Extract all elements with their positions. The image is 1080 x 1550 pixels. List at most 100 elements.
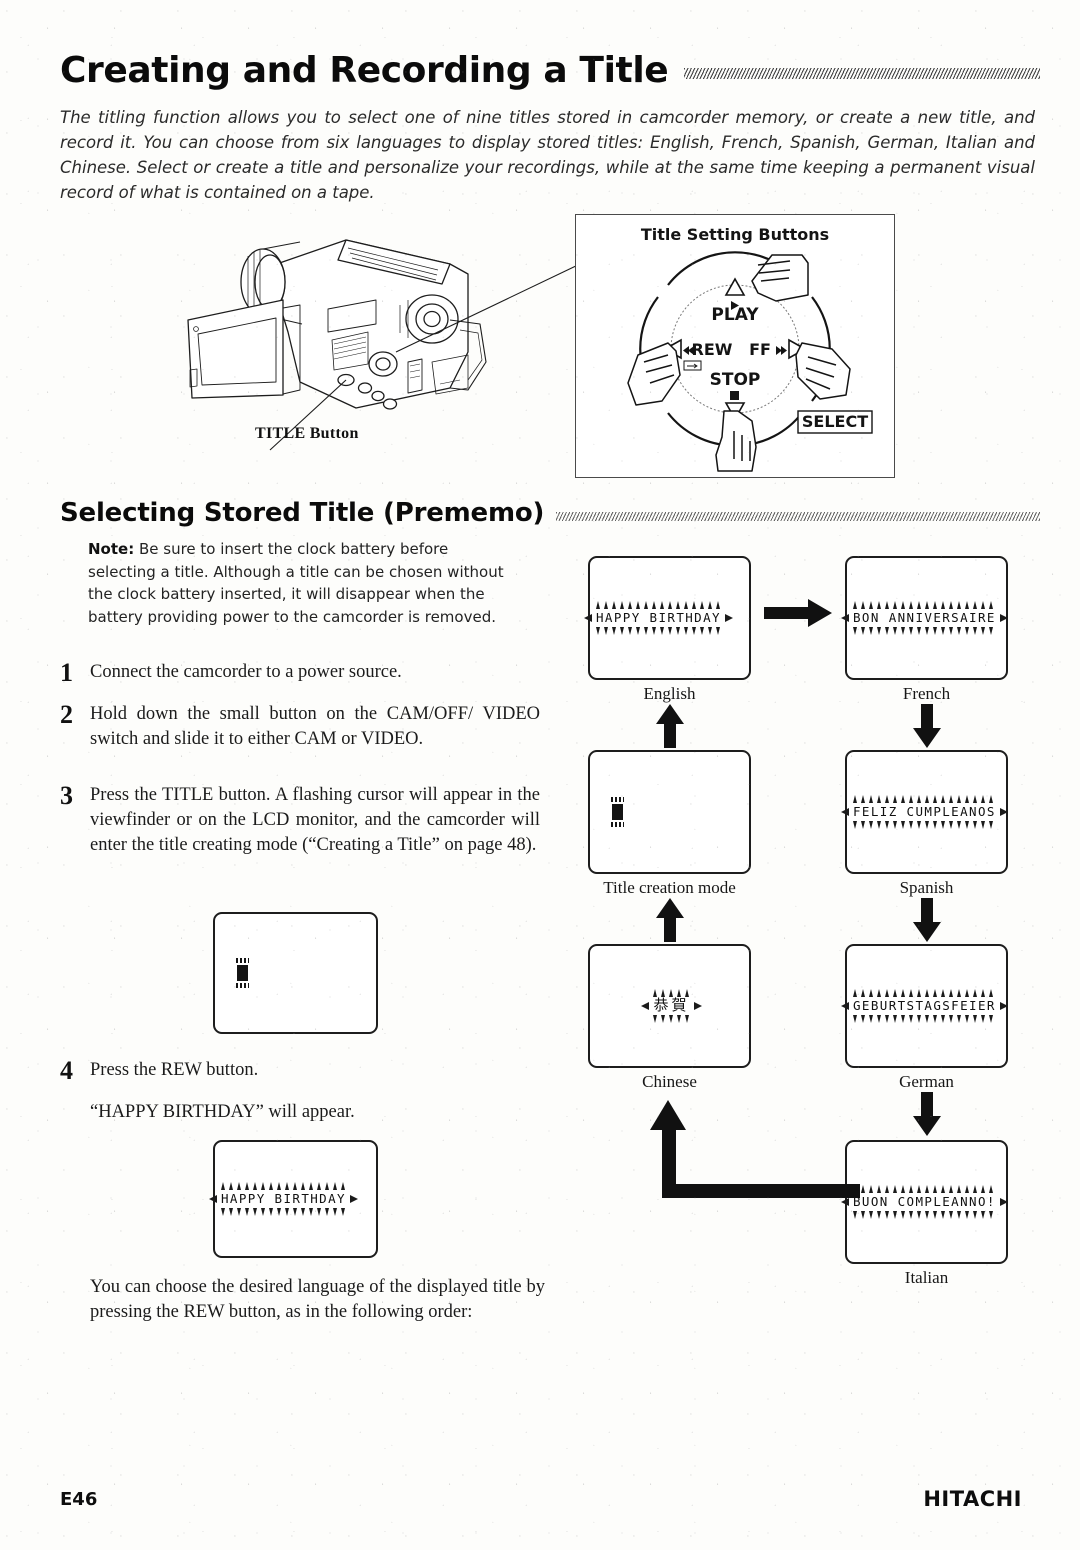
caption-french: French <box>902 684 951 703</box>
right-arrow-icon <box>999 1198 1008 1206</box>
select-label: SELECT <box>802 412 868 431</box>
arrow-french-to-spanish <box>913 704 941 748</box>
section-heading: Selecting Stored Title (Prememo) <box>60 498 545 528</box>
note-block: Note: Be sure to insert the clock batter… <box>88 538 513 628</box>
page-number: E46 <box>60 1489 98 1510</box>
step-1: 1 Connect the camcorder to a power sourc… <box>60 660 540 686</box>
screen-title-creation <box>588 750 751 874</box>
screen-content: BON ANNIVERSAIRE <box>841 558 1008 678</box>
spikes-bottom <box>851 1211 998 1219</box>
title-text: 恭賀 <box>653 996 690 1014</box>
note-text: Be sure to insert the clock battery befo… <box>88 540 504 626</box>
title-text: BUON COMPLEANNO! <box>853 1194 996 1209</box>
step-2: 2 Hold down the small button on the CAM/… <box>60 702 540 752</box>
caption-italian: Italian <box>904 1268 949 1287</box>
spikes-bottom <box>219 1208 348 1216</box>
happy-birthday-line: “HAPPY BIRTHDAY” will appear. <box>90 1102 355 1122</box>
caption-chinese: Chinese <box>642 1072 697 1091</box>
flashing-cursor-icon <box>611 797 624 827</box>
left-arrow-icon <box>584 614 592 622</box>
step-text: Connect the camcorder to a power source. <box>90 662 402 682</box>
title-setting-buttons-figure: Title Setting Buttons PLAY REW FF STOP S… <box>575 214 895 478</box>
step-number: 4 <box>60 1056 73 1085</box>
screen-content: 恭賀 <box>590 946 749 1066</box>
arrow-creation-to-english <box>656 704 684 748</box>
spikes-bottom <box>651 1015 691 1023</box>
caption-spanish: Spanish <box>899 878 954 897</box>
title-text: HAPPY BIRTHDAY <box>221 1191 346 1206</box>
screen-content: BUON COMPLEANNO! <box>841 1142 1008 1262</box>
spikes-top <box>594 601 723 609</box>
right-arrow-icon <box>999 614 1008 622</box>
title-banner: FELIZ CUMPLEANOS <box>841 795 1008 829</box>
arrow-german-to-italian <box>913 1092 941 1136</box>
spikes-bottom <box>851 1015 998 1023</box>
spikes-top <box>851 989 998 997</box>
screen-french: BON ANNIVERSAIRE <box>841 556 1008 680</box>
right-arrow-icon <box>999 808 1008 816</box>
spikes-bottom <box>851 821 998 829</box>
spikes-top <box>851 601 998 609</box>
arrow-spanish-to-german <box>913 898 941 942</box>
title-banner: 恭賀 <box>641 989 702 1023</box>
screen-italian: BUON COMPLEANNO! <box>841 1140 1008 1264</box>
section-heading-row: Selecting Stored Title (Prememo) <box>60 498 1040 528</box>
right-arrow-icon <box>349 1195 358 1203</box>
spikes-bottom <box>594 627 723 635</box>
manual-page: Creating and Recording a Title The titli… <box>0 0 1080 1550</box>
spikes-top <box>219 1182 348 1190</box>
right-arrow-icon <box>693 1002 702 1010</box>
flashing-cursor-icon <box>236 958 249 988</box>
step-number: 1 <box>60 658 73 687</box>
rew-label: REW <box>692 340 733 359</box>
right-arrow-icon <box>999 1002 1008 1010</box>
screen-happy-birthday-inline: HAPPY BIRTHDAY <box>209 1140 378 1258</box>
title-text: BON ANNIVERSAIRE <box>853 610 996 625</box>
step-text: Press the REW button. <box>90 1060 259 1080</box>
screen-content <box>590 752 749 872</box>
section-rule <box>556 511 1040 521</box>
arrow-chinese-to-creation <box>656 898 684 942</box>
step-number: 3 <box>60 781 73 810</box>
title-text: FELIZ CUMPLEANOS <box>853 804 996 819</box>
stop-label: STOP <box>710 370 761 390</box>
brand-logo: HITACHI <box>923 1487 1022 1511</box>
spikes-top <box>851 795 998 803</box>
step-text: Press the TITLE button. A flashing curso… <box>90 785 540 855</box>
page-title: Creating and Recording a Title <box>60 50 669 91</box>
arrow-english-to-french <box>764 599 832 627</box>
left-arrow-icon <box>841 614 849 622</box>
step-3: 3 Press the TITLE button. A flashing cur… <box>60 783 540 858</box>
caption-german: German <box>899 1072 954 1091</box>
step-text: Hold down the small button on the CAM/OF… <box>90 704 540 749</box>
title-text: HAPPY BIRTHDAY <box>596 610 721 625</box>
title-banner: HAPPY BIRTHDAY <box>584 601 733 635</box>
language-order-paragraph: You can choose the desired language of t… <box>90 1277 545 1322</box>
arrow-italian-to-chinese-return <box>650 1100 860 1198</box>
screen-spanish: FELIZ CUMPLEANOS <box>841 750 1008 874</box>
ff-label: FF <box>749 340 771 359</box>
screen-content: HAPPY BIRTHDAY <box>584 558 749 678</box>
title-banner: BUON COMPLEANNO! <box>841 1185 1008 1219</box>
spikes-top <box>651 989 691 997</box>
button-ring-diagram: PLAY REW FF STOP SELECT <box>627 251 873 472</box>
title-banner: HAPPY BIRTHDAY <box>209 1182 358 1216</box>
caption-english: English <box>643 684 696 703</box>
spikes-bottom <box>851 627 998 635</box>
camcorder-illustration <box>187 239 580 451</box>
left-arrow-icon <box>841 1002 849 1010</box>
title-banner: BON ANNIVERSAIRE <box>841 601 1008 635</box>
title-banner: GEBURTSTAGSFEIER <box>841 989 1008 1023</box>
spikes-top <box>851 1185 998 1193</box>
intro-paragraph: The titling function allows you to selec… <box>60 108 1035 202</box>
screen-content: HAPPY BIRTHDAY <box>209 1142 376 1256</box>
page-title-row: Creating and Recording a Title <box>60 50 1040 91</box>
screen-german: GEBURTSTAGSFEIER <box>841 944 1008 1068</box>
step-4: 4 Press the REW button. <box>60 1058 540 1084</box>
screen-chinese: 恭賀 <box>588 944 751 1068</box>
left-arrow-icon <box>841 808 849 816</box>
step-number: 2 <box>60 700 73 729</box>
title-rule <box>684 68 1040 79</box>
left-arrow-icon <box>209 1195 217 1203</box>
note-label: Note: <box>88 540 135 558</box>
